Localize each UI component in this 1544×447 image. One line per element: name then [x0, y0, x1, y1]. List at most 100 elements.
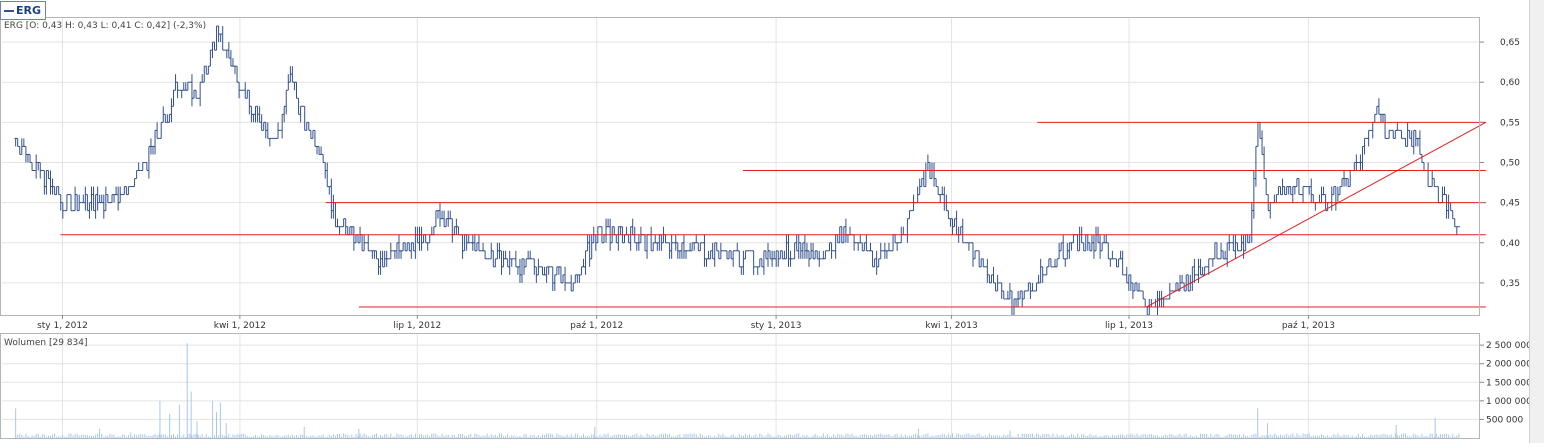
price-bar	[1219, 242, 1223, 260]
price-bar	[740, 266, 743, 275]
price-bar	[313, 129, 317, 147]
price-bar	[412, 242, 415, 252]
price-bar	[535, 266, 538, 283]
price-bar	[47, 170, 50, 180]
x-tick-label: sty 1, 2012	[37, 321, 88, 331]
price-bar	[731, 250, 735, 267]
price-bar	[990, 274, 993, 284]
price-bar	[580, 266, 583, 276]
price-bar	[1367, 129, 1370, 147]
price-bar	[483, 250, 487, 260]
price-bar	[264, 121, 267, 139]
price-bar	[1029, 282, 1032, 299]
price-bar	[623, 234, 626, 244]
price-bar	[446, 210, 450, 227]
price-bar	[98, 194, 101, 204]
price-bar	[1105, 234, 1108, 244]
price-bar	[1394, 129, 1397, 139]
price-bar	[906, 218, 909, 243]
price-bar	[1252, 170, 1256, 219]
price-bar	[613, 226, 616, 236]
price-bar	[198, 81, 202, 107]
price-bar	[576, 274, 579, 283]
price-bar	[1072, 234, 1075, 244]
price-bar	[572, 282, 575, 292]
price-bar	[375, 250, 378, 260]
symbol-legend[interactable]: ERG	[0, 1, 47, 20]
price-bar	[1377, 98, 1381, 115]
price-bar	[408, 242, 411, 252]
price-bar	[684, 250, 688, 259]
price-bar	[668, 242, 671, 259]
price-bar	[1275, 194, 1278, 204]
price-bar	[787, 234, 790, 267]
price-bar	[1150, 298, 1153, 308]
right-scroll-strip[interactable]	[1529, 0, 1544, 443]
price-bar	[1180, 274, 1184, 284]
price-bar	[319, 146, 323, 155]
price-bar	[793, 242, 796, 260]
price-bar	[1406, 122, 1409, 147]
price-bar	[955, 210, 958, 236]
price-bar	[1211, 258, 1215, 267]
price-bar	[584, 250, 587, 275]
price-bar	[516, 266, 520, 275]
price-bar	[1387, 129, 1391, 139]
price-bar	[1037, 274, 1040, 284]
price-bar	[725, 250, 729, 260]
price-bar	[481, 242, 485, 252]
price-bar	[1295, 178, 1299, 188]
x-tick-label: kwi 1, 2012	[214, 321, 266, 331]
price-bar	[1318, 194, 1321, 204]
price-bar	[393, 250, 397, 259]
price-bar	[961, 218, 964, 244]
price-bar	[211, 41, 214, 59]
price-bar	[1338, 186, 1342, 196]
price-bar	[266, 122, 269, 139]
price-bar	[1002, 290, 1005, 300]
price-bar	[736, 242, 739, 252]
price-bar	[350, 226, 354, 235]
price-bar	[55, 186, 58, 196]
price-bar	[51, 178, 54, 195]
price-bar	[547, 266, 550, 275]
price-bar	[943, 186, 946, 211]
price-bar	[1107, 242, 1110, 260]
price-bar	[1064, 258, 1067, 267]
price-bar	[1310, 178, 1313, 203]
price-bar	[1203, 266, 1206, 276]
price-bar	[977, 250, 981, 268]
price-bar	[389, 242, 392, 260]
price-bar	[1055, 258, 1059, 268]
price-bar	[916, 186, 919, 204]
price-bar	[674, 234, 677, 251]
price-bar	[455, 218, 458, 235]
price-bar	[1135, 282, 1139, 292]
price-bar	[305, 121, 308, 131]
price-bar	[1353, 161, 1356, 172]
price-bar	[436, 210, 440, 219]
price-bar	[401, 242, 405, 252]
price-bar	[1418, 130, 1422, 155]
price-bar	[348, 226, 351, 236]
price-bar	[1355, 154, 1358, 171]
price-bar	[670, 234, 673, 259]
price-bar	[116, 186, 120, 211]
price-bar	[1346, 178, 1350, 188]
price-bar	[262, 121, 265, 131]
price-bar	[649, 226, 653, 252]
volume-y-tick-label: 1 000 000	[1486, 397, 1532, 407]
price-bar	[1006, 290, 1010, 300]
price-bar	[1250, 202, 1253, 243]
price-bar	[227, 42, 231, 59]
price-bar	[309, 129, 313, 139]
price-bar	[1410, 130, 1413, 147]
price-bar	[96, 186, 99, 211]
price-bar	[1115, 258, 1118, 268]
price-bar	[676, 242, 679, 259]
price-bar	[885, 250, 889, 259]
price-bar	[123, 186, 126, 196]
price-volume-chart[interactable]: sty 1, 2012 kwi 1, 2012 lip 1, 2012 paź 1, …	[0, 0, 1544, 443]
price-bar	[385, 250, 388, 267]
price-bar	[162, 106, 165, 123]
